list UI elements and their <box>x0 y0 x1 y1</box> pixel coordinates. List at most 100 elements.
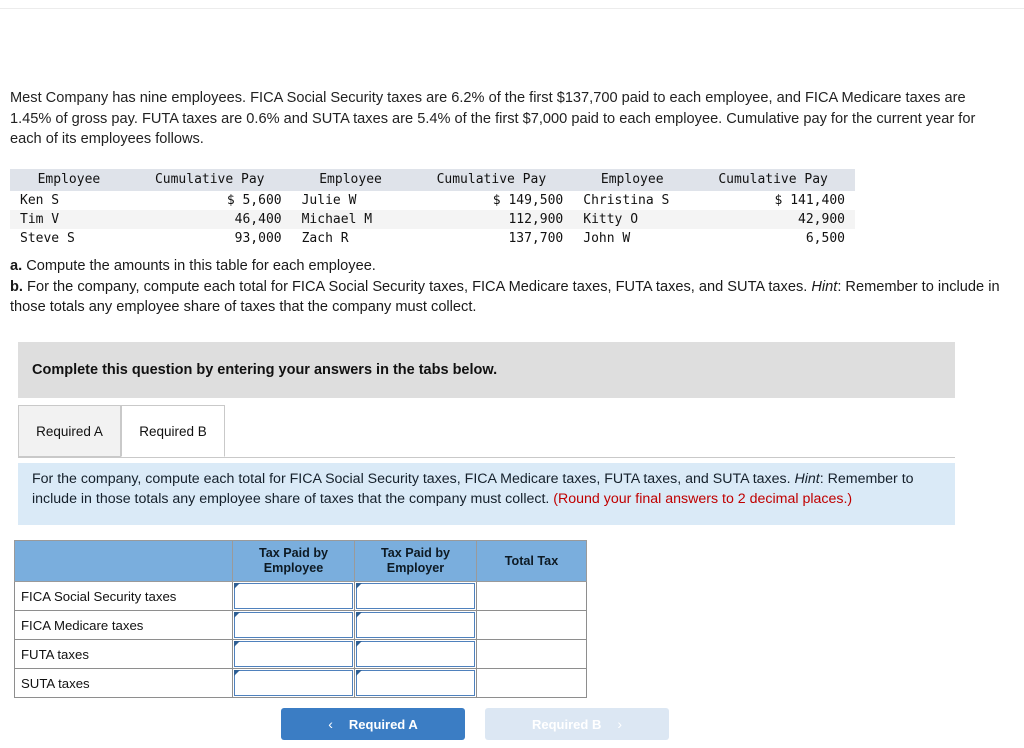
employee-pay: 93,000 <box>234 230 282 246</box>
row-label-futa: FUTA taxes <box>14 639 233 669</box>
cell-employee-suta[interactable] <box>232 668 355 698</box>
input-employer-futa[interactable] <box>356 641 475 667</box>
cell-employee-futa[interactable] <box>232 639 355 669</box>
top-divider <box>0 8 1024 9</box>
cell-marker-icon <box>356 670 362 676</box>
employee-pay: 137,700 <box>508 230 564 246</box>
table-row: Tim V 46,400 Michael M 112,900 Kitty O 4… <box>10 210 855 229</box>
table-row: FICA Medicare taxes <box>14 610 587 640</box>
requirement-a-text: Compute the amounts in this table for ea… <box>22 258 376 274</box>
tab-required-b[interactable]: Required B <box>121 405 225 457</box>
employee-name: Christina S <box>583 192 670 208</box>
tab-underline <box>18 457 955 458</box>
employee-pay: $ 141,400 <box>774 192 845 208</box>
cell-total-suta <box>476 668 587 698</box>
requirement-tabs: Required A Required B <box>18 405 955 458</box>
instructions-banner: Complete this question by entering your … <box>18 342 955 398</box>
next-required-b-button[interactable]: Required B › <box>485 708 669 740</box>
cell-wrapper <box>233 640 354 668</box>
tab-required-a-label: Required A <box>36 423 103 439</box>
employee-name: Ken S <box>20 192 60 208</box>
chevron-left-icon: ‹ <box>328 716 333 732</box>
instruction-hint-label: Hint <box>794 471 820 487</box>
header-line-1: Tax Paid by <box>380 546 451 560</box>
cell-wrapper <box>355 640 476 668</box>
employee-pay: 46,400 <box>127 210 292 229</box>
requirement-b: b. For the company, compute each total f… <box>10 277 1015 318</box>
requirement-b-instructions-text: For the company, compute each total for … <box>32 469 939 509</box>
input-employer-fica-medicare[interactable] <box>356 612 475 638</box>
requirement-a: a. Compute the amounts in this table for… <box>10 256 1015 277</box>
employee-pay: 112,900 <box>409 210 574 229</box>
column-header-tax-paid-by-employer: Tax Paid by Employer <box>354 540 477 582</box>
header-line-2: Employee <box>263 561 324 575</box>
row-label-suta: SUTA taxes <box>14 668 233 698</box>
cell-wrapper <box>355 669 476 697</box>
problem-statement-text: Mest Company has nine employees. FICA So… <box>10 90 976 147</box>
cell-total-fica-medicare <box>476 610 587 640</box>
table-row: SUTA taxes <box>14 668 587 698</box>
input-employer-fica-social-security[interactable] <box>356 583 475 609</box>
cell-employer-fica-medicare[interactable] <box>354 610 477 640</box>
employee-pay: $ 5,600 <box>226 192 282 208</box>
column-header-tax-paid-by-employee: Tax Paid by Employee <box>232 540 355 582</box>
employee-name: Michael M <box>291 210 410 229</box>
input-employee-fica-medicare[interactable] <box>234 612 353 638</box>
input-employee-suta[interactable] <box>234 670 353 696</box>
header-line-1: Total Tax <box>504 553 559 568</box>
cell-wrapper <box>233 611 354 639</box>
employee-name: John W <box>583 230 631 246</box>
header-line-2: Employer <box>386 561 445 575</box>
input-employee-futa[interactable] <box>234 641 353 667</box>
column-header-cumulative-pay-2: Cumulative Pay <box>409 169 574 191</box>
header-line-1: Tax Paid by <box>258 546 329 560</box>
tab-required-a[interactable]: Required A <box>18 405 121 457</box>
employee-name: Zach R <box>301 230 349 246</box>
requirement-b-hint-label: Hint <box>811 278 838 295</box>
employee-name: Julie W <box>301 192 357 208</box>
cell-employer-futa[interactable] <box>354 639 477 669</box>
cell-marker-icon <box>234 583 240 589</box>
cell-marker-icon <box>356 641 362 647</box>
column-header-employee-1: Employee <box>10 169 128 191</box>
cell-employee-fica-medicare[interactable] <box>232 610 355 640</box>
chevron-right-icon: › <box>617 716 622 732</box>
instructions-banner-text: Complete this question by entering your … <box>32 362 498 378</box>
answer-table-header-row: Tax Paid by Employee Tax Paid by Employe… <box>14 540 587 582</box>
rounding-note: (Round your final answers to 2 decimal p… <box>553 491 853 508</box>
table-row: Ken S $ 5,600 Julie W $ 149,500 Christin… <box>10 191 855 210</box>
requirement-b-marker: b. <box>10 278 23 295</box>
tab-required-b-label: Required B <box>139 423 207 439</box>
employee-pay: 6,500 <box>805 230 845 246</box>
employee-name: Tim V <box>10 210 128 229</box>
answer-table-corner-header <box>14 540 233 582</box>
cell-marker-icon <box>234 612 240 618</box>
column-header-employee-3: Employee <box>573 169 692 191</box>
input-employee-fica-social-security[interactable] <box>234 583 353 609</box>
column-header-cumulative-pay-1: Cumulative Pay <box>127 169 292 191</box>
employee-pay: 42,900 <box>691 210 855 229</box>
input-employer-suta[interactable] <box>356 670 475 696</box>
cell-wrapper <box>355 611 476 639</box>
employee-pay: $ 149,500 <box>492 192 564 208</box>
previous-required-a-button[interactable]: ‹ Required A <box>281 708 465 740</box>
cell-employer-fica-social-security[interactable] <box>354 581 477 611</box>
table-row: FUTA taxes <box>14 639 587 669</box>
next-button-label: Required B <box>531 716 602 732</box>
cell-wrapper <box>233 582 354 610</box>
cell-employer-suta[interactable] <box>354 668 477 698</box>
cell-wrapper <box>233 669 354 697</box>
previous-button-label: Required A <box>348 716 418 732</box>
employee-name: Steve S <box>20 230 75 246</box>
cell-wrapper <box>355 582 476 610</box>
requirement-a-marker: a. <box>10 258 23 274</box>
table-row: FICA Social Security taxes <box>14 581 587 611</box>
instruction-main-text: For the company, compute each total for … <box>32 471 795 487</box>
row-label-fica-social-security: FICA Social Security taxes <box>14 581 233 611</box>
cell-employee-fica-social-security[interactable] <box>232 581 355 611</box>
cell-marker-icon <box>234 670 240 676</box>
employee-cumulative-pay-table: Employee Cumulative Pay Employee Cumulat… <box>10 169 855 248</box>
requirements-list: a. Compute the amounts in this table for… <box>10 256 1015 318</box>
cell-marker-icon <box>356 583 362 589</box>
requirement-b-text: For the company, compute each total for … <box>22 278 812 295</box>
